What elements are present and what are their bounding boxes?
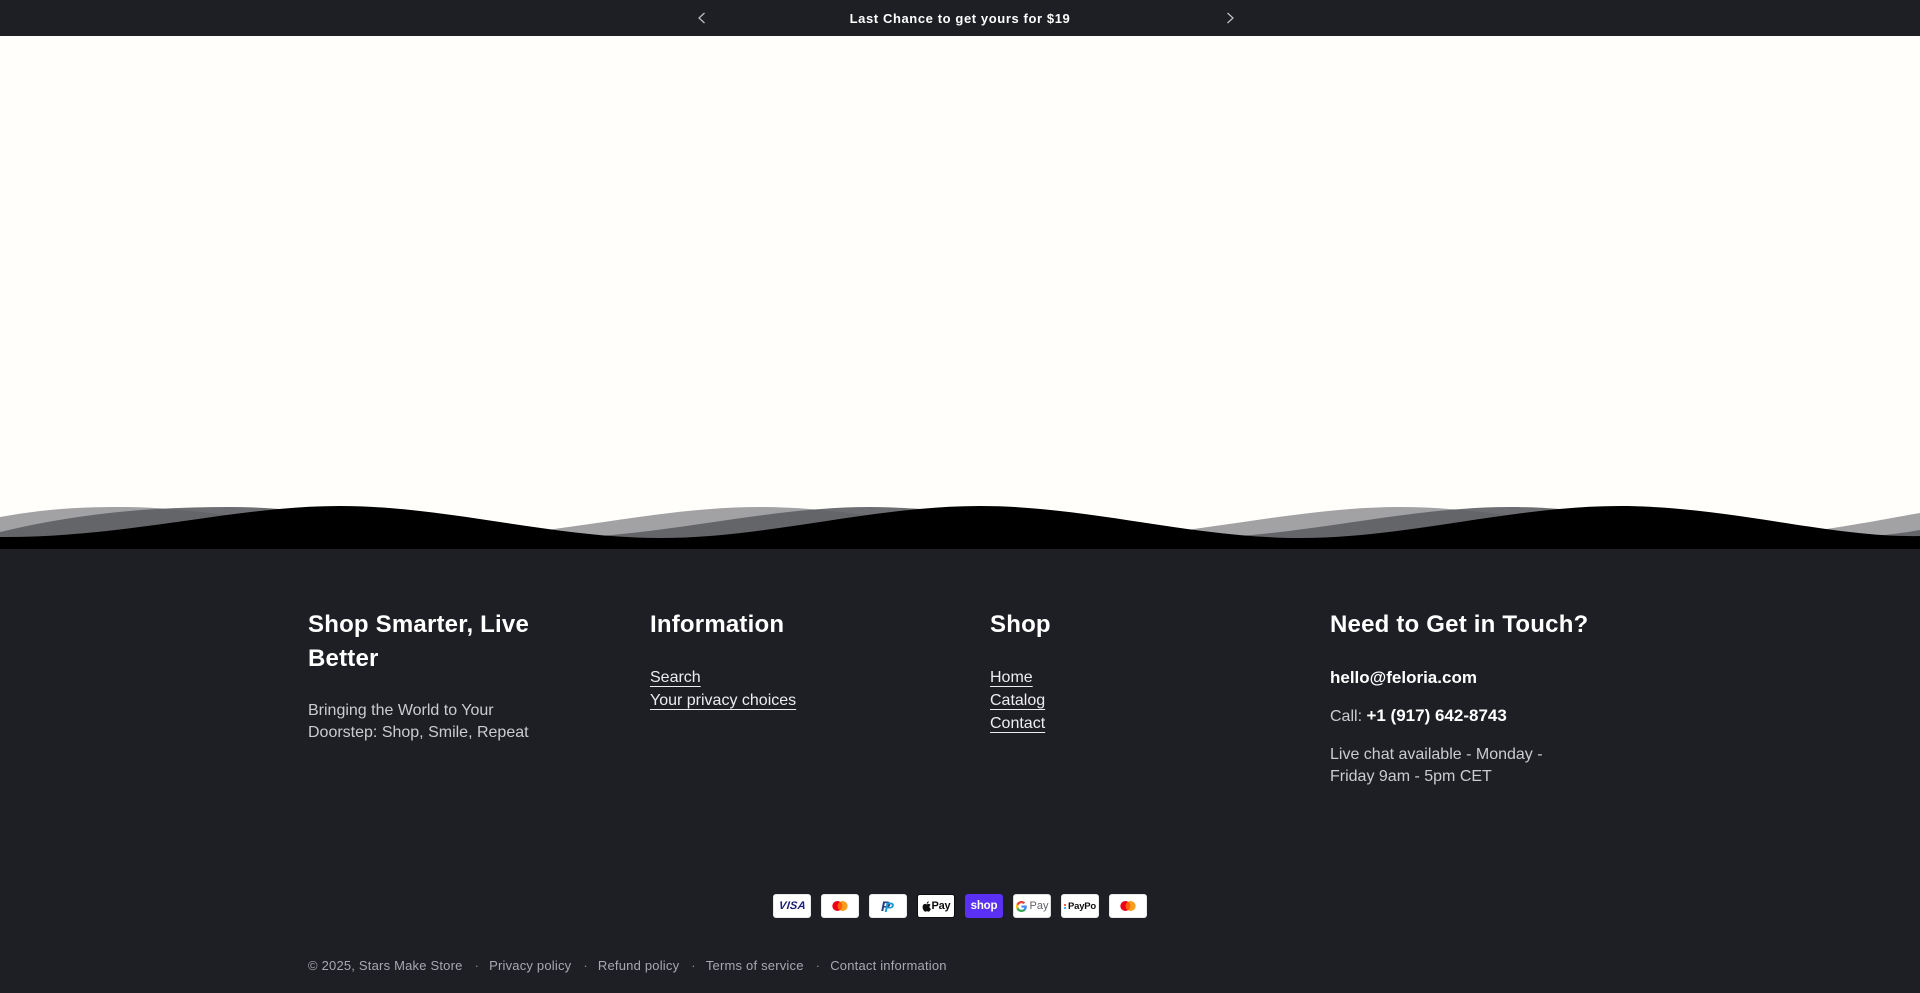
footer-brand-column: Shop Smarter, Live Better Bringing the W… bbox=[308, 608, 650, 744]
list-item: Contact bbox=[990, 712, 1330, 735]
contact-email-link[interactable]: hello@feloria.com bbox=[1330, 668, 1477, 687]
legal-link-privacy-policy[interactable]: Privacy policy bbox=[463, 958, 572, 973]
call-prefix: Call: bbox=[1330, 708, 1366, 725]
information-heading: Information bbox=[650, 608, 990, 642]
shop-heading: Shop bbox=[990, 608, 1330, 642]
payment-methods-row: VISA P P Pay shop bbox=[0, 894, 1920, 918]
list-item: Home bbox=[990, 666, 1330, 689]
paypal-payment-icon: P P bbox=[869, 894, 907, 918]
announcement-next-button[interactable] bbox=[1214, 0, 1246, 36]
footer-link-home[interactable]: Home bbox=[990, 669, 1033, 686]
contact-availability: Live chat available - Monday - Friday 9a… bbox=[1330, 744, 1568, 788]
list-item: Search bbox=[650, 666, 990, 689]
contact-phone-link[interactable]: +1 (917) 642-8743 bbox=[1366, 706, 1506, 725]
google-pay-text: Pay bbox=[1030, 900, 1049, 912]
mastercard-payment-icon-2 bbox=[1109, 894, 1147, 918]
footer-columns: Shop Smarter, Live Better Bringing the W… bbox=[308, 608, 1680, 788]
legal-row: © 2025, Stars Make Store Privacy policy … bbox=[308, 958, 1920, 973]
announcement-text: Last Chance to get yours for $19 bbox=[850, 11, 1071, 26]
apple-icon bbox=[922, 901, 931, 912]
paypal-p-mark: P P bbox=[881, 898, 895, 914]
google-pay-payment-icon: Pay bbox=[1013, 894, 1051, 918]
footer-shop-column: Shop Home Catalog Contact bbox=[990, 608, 1330, 735]
footer-link-catalog[interactable]: Catalog bbox=[990, 692, 1045, 709]
google-g-icon bbox=[1016, 901, 1027, 912]
footer-link-search[interactable]: Search bbox=[650, 669, 701, 686]
footer-link-contact[interactable]: Contact bbox=[990, 715, 1045, 732]
legal-links: Privacy policy Refund policy Terms of se… bbox=[463, 958, 947, 973]
visa-wordmark: VISA bbox=[778, 900, 806, 912]
shop-pay-wordmark: shop bbox=[971, 900, 998, 912]
main-content-empty bbox=[0, 36, 1920, 503]
paypo-wordmark: PayPo bbox=[1068, 901, 1096, 912]
paypo-dots-icon bbox=[1064, 904, 1066, 909]
contact-call-row: Call: +1 (917) 642-8743 bbox=[1330, 704, 1630, 729]
wave-divider bbox=[0, 503, 1920, 549]
chevron-left-icon bbox=[697, 12, 706, 24]
visa-payment-icon: VISA bbox=[773, 894, 811, 918]
site-footer: Shop Smarter, Live Better Bringing the W… bbox=[0, 549, 1920, 993]
brand-tagline: Bringing the World to Your Doorstep: Sho… bbox=[308, 700, 540, 744]
apple-pay-text: Pay bbox=[932, 900, 951, 912]
announcement-prev-button[interactable] bbox=[685, 0, 717, 36]
announcement-bar: Last Chance to get yours for $19 bbox=[0, 0, 1920, 36]
mastercard-payment-icon bbox=[821, 894, 859, 918]
paypo-payment-icon: PayPo bbox=[1061, 894, 1099, 918]
footer-information-column: Information Search Your privacy choices bbox=[650, 608, 990, 712]
apple-pay-payment-icon: Pay bbox=[917, 894, 955, 918]
legal-link-refund-policy[interactable]: Refund policy bbox=[571, 958, 679, 973]
footer-contact-column: Need to Get in Touch? hello@feloria.com … bbox=[1330, 608, 1630, 788]
contact-email-row: hello@feloria.com bbox=[1330, 666, 1630, 690]
copyright-text: © 2025, Stars Make Store bbox=[308, 958, 463, 973]
legal-link-terms-of-service[interactable]: Terms of service bbox=[679, 958, 803, 973]
legal-link-contact-information[interactable]: Contact information bbox=[804, 958, 947, 973]
wave-graphic bbox=[0, 503, 1920, 549]
list-item: Your privacy choices bbox=[650, 689, 990, 712]
list-item: Catalog bbox=[990, 689, 1330, 712]
contact-heading: Need to Get in Touch? bbox=[1330, 608, 1630, 642]
shop-pay-payment-icon: shop bbox=[965, 894, 1003, 918]
footer-link-privacy-choices[interactable]: Your privacy choices bbox=[650, 692, 796, 709]
brand-heading: Shop Smarter, Live Better bbox=[308, 608, 558, 676]
chevron-right-icon bbox=[1226, 12, 1235, 24]
